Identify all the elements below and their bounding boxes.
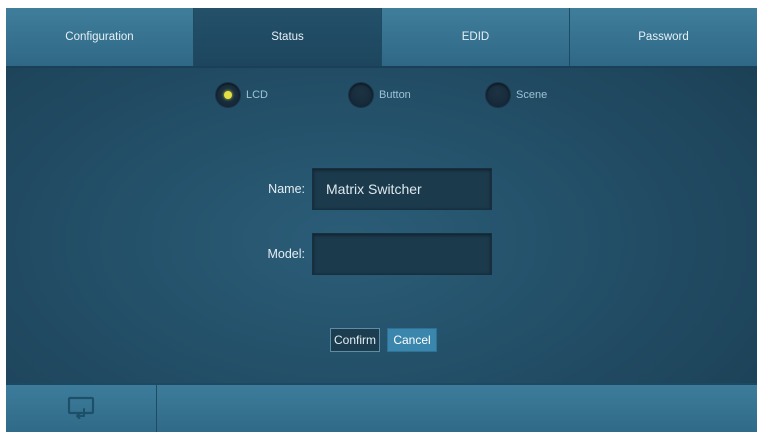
radio-unselected-indicator [349,83,373,107]
tab-configuration[interactable]: Configuration [6,8,194,66]
return-button[interactable] [6,385,157,432]
model-input[interactable] [312,233,492,275]
model-label: Model: [267,247,305,261]
bottom-bar [6,383,757,432]
tab-status[interactable]: Status [194,8,382,66]
app-frame: Configuration Status EDID Password LCD B… [6,8,757,432]
name-label: Name: [268,182,305,196]
name-input[interactable] [312,168,492,210]
radio-selected-indicator [216,83,240,107]
radio-button-label: Button [379,89,411,101]
radio-lcd-label: LCD [246,89,269,101]
tab-password[interactable]: Password [570,8,757,66]
radio-lcd[interactable]: LCD [216,82,268,108]
display-mode-radio-group: LCD Button Scene [6,82,757,108]
name-row: Name: [6,168,757,210]
cancel-button[interactable]: Cancel [387,328,437,352]
confirm-button[interactable]: Confirm [330,328,380,352]
radio-unselected-indicator [486,83,510,107]
radio-scene-label: Scene [516,89,548,101]
radio-scene[interactable]: Scene [486,82,547,108]
tab-edid[interactable]: EDID [382,8,570,66]
model-row: Model: [6,233,757,275]
radio-button[interactable]: Button [349,82,411,108]
tab-bar: Configuration Status EDID Password [6,8,757,68]
return-screen-icon [66,395,96,424]
